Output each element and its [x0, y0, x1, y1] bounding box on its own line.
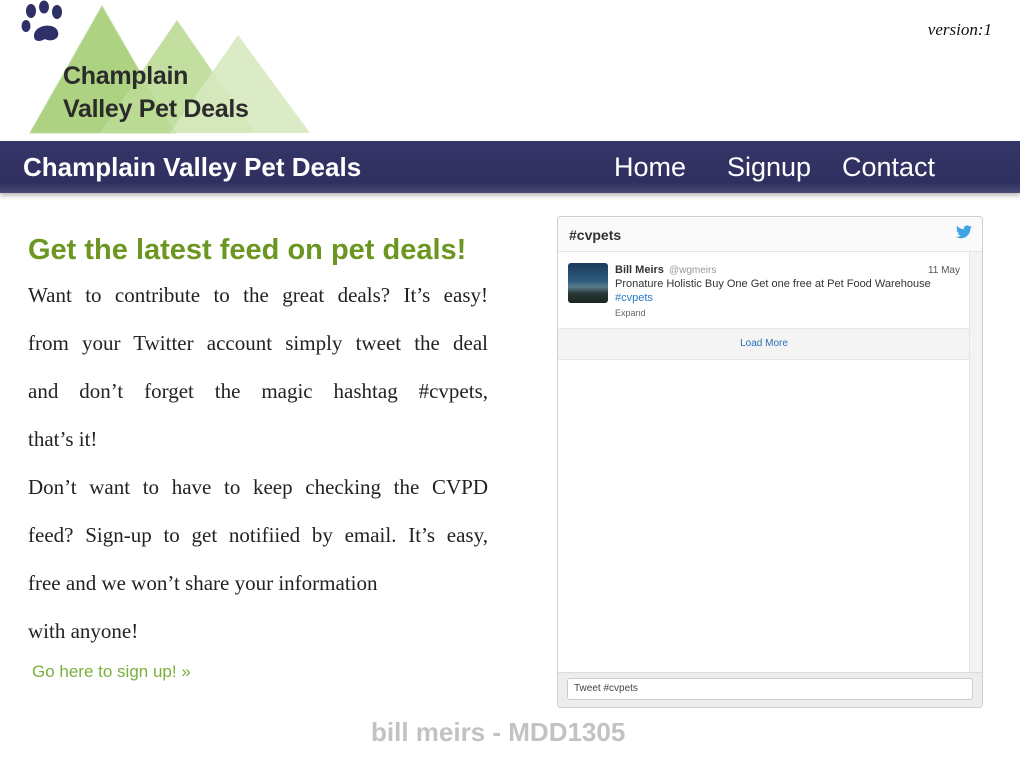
version-label: version:1: [927, 20, 992, 39]
paragraph-line: and don’t forget the magic hashtag #cvpe…: [28, 379, 488, 403]
paragraph-line: from your Twitter account simply tweet t…: [28, 331, 488, 355]
widget-header: #cvpets: [558, 217, 982, 252]
intro-paragraph: Want to contribute to the great deals? I…: [28, 276, 488, 660]
widget-footer: Tweet #cvpets: [558, 672, 982, 707]
logo-line-2: Valley Pet Deals: [63, 95, 249, 123]
logo-line-1: Champlain: [63, 62, 189, 90]
signup-link[interactable]: Go here to sign up! »: [32, 662, 191, 682]
widget-hashtag-title[interactable]: #cvpets: [569, 227, 621, 243]
page: Champlain Valley Pet Deals version:1 Cha…: [0, 0, 1020, 760]
nav-link-home[interactable]: Home: [614, 152, 686, 183]
twitter-bird-icon[interactable]: [956, 225, 972, 239]
site-logo[interactable]: Champlain Valley Pet Deals: [20, 0, 320, 140]
tweet-text: Pronature Holistic Buy One Get one free …: [615, 278, 931, 290]
nav-site-title[interactable]: Champlain Valley Pet Deals: [23, 152, 361, 183]
tweet-expand-link[interactable]: Expand: [615, 308, 646, 318]
paragraph-line: feed? Sign-up to get notifiied by email.…: [28, 523, 488, 547]
page-headline: Get the latest feed on pet deals!: [28, 234, 467, 266]
tweet-item[interactable]: Bill Meirs @wgmeirs 11 May Pronature Hol…: [558, 252, 970, 329]
nav-link-signup[interactable]: Signup: [727, 152, 811, 183]
footer-credit: bill meirs - MDD1305: [371, 717, 626, 747]
tweet-author[interactable]: Bill Meirs @wgmeirs: [615, 264, 716, 276]
tweet-avatar[interactable]: [568, 263, 608, 303]
twitter-feed-widget: #cvpets Bill Meirs @wgmeirs 11 May Prona…: [557, 216, 983, 708]
load-more-bar: Load More: [558, 329, 970, 360]
tweet-author-handle[interactable]: @wgmeirs: [669, 265, 716, 276]
paragraph-line: Don’t want to have to keep checking the …: [28, 475, 488, 499]
paragraph-line: with anyone!: [28, 619, 139, 643]
paragraph-line: Want to contribute to the great deals? I…: [28, 283, 488, 307]
tweet-hashtag-input[interactable]: Tweet #cvpets: [567, 678, 973, 700]
widget-scrollbar[interactable]: [969, 252, 982, 674]
tweet-date[interactable]: 11 May: [928, 265, 960, 276]
paragraph-line: free and we won’t share your information: [28, 571, 378, 595]
load-more-button[interactable]: Load More: [558, 338, 970, 349]
paragraph-line: that’s it!: [28, 427, 98, 451]
nav-link-contact[interactable]: Contact: [842, 152, 935, 183]
navigation-bar: Champlain Valley Pet Deals Home Signup C…: [0, 141, 1020, 193]
tweet-hashtag-link[interactable]: #cvpets: [615, 292, 653, 304]
paw-icon: [21, 0, 62, 41]
tweet-author-name[interactable]: Bill Meirs: [615, 264, 664, 276]
